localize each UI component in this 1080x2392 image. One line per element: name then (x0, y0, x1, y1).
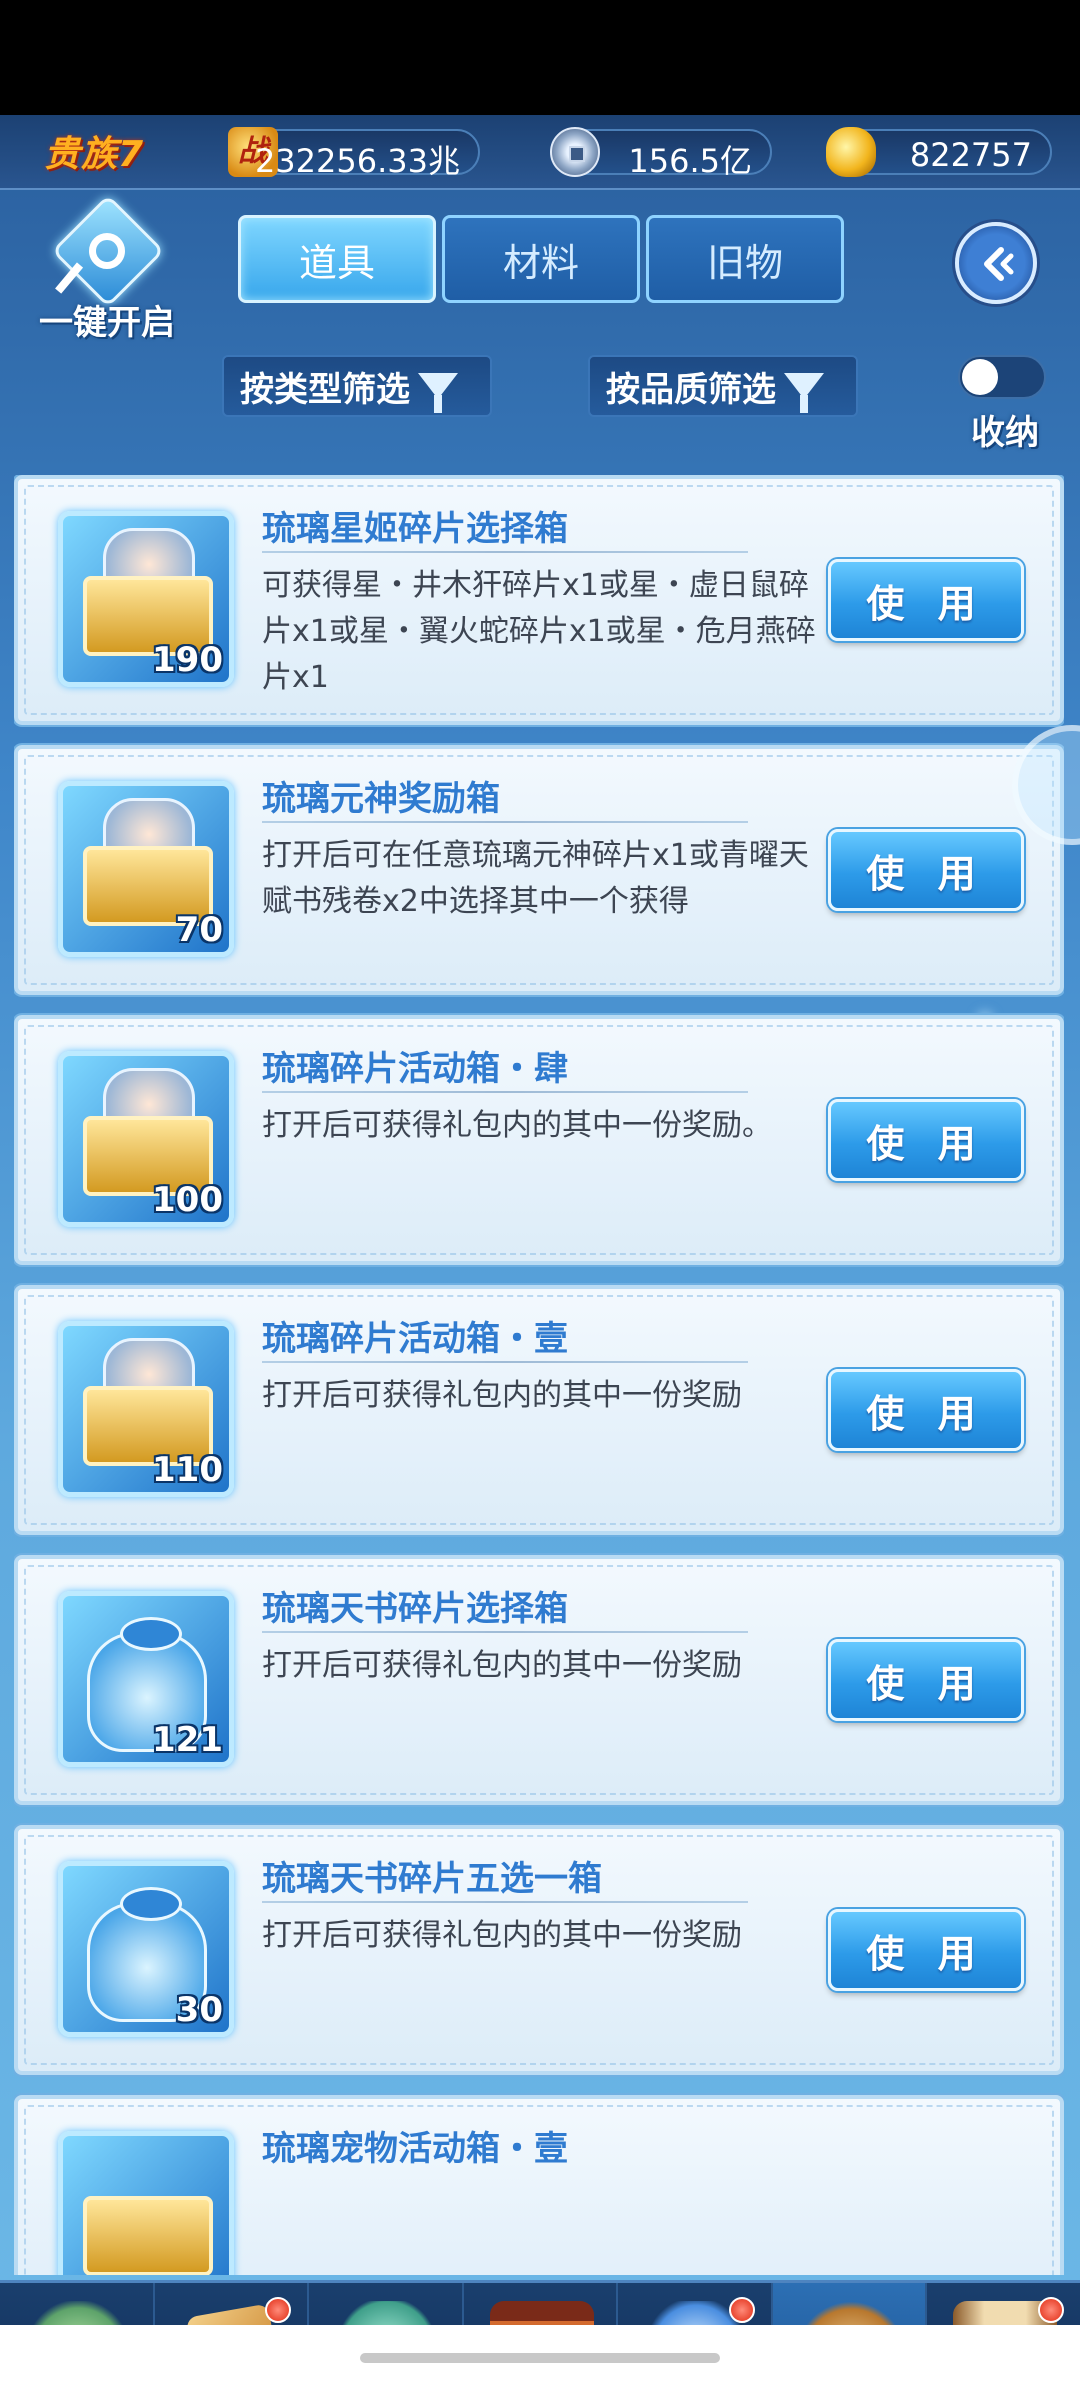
nav-dungeon[interactable]: 副本 (464, 2283, 619, 2325)
category-tabs: 道具 材料 旧物 (238, 215, 844, 305)
collapse-label: 收纳 (971, 413, 1039, 453)
item-count: 70 (175, 910, 223, 950)
tab-props[interactable]: 道具 (238, 215, 436, 303)
list-item: 70 琉璃元神奖励箱 打开后可在任意琉璃元神碎片x1或青曜天赋书残卷x2中选择其… (14, 745, 1064, 995)
gold-value: 822757 (909, 136, 1032, 174)
treasure-chest-icon (83, 2196, 213, 2275)
nav-backpack[interactable]: 背包 (772, 2283, 928, 2325)
toggle-knob (962, 359, 998, 395)
item-title: 琉璃宠物活动箱・壹 (262, 2129, 568, 2169)
list-item: 110 琉璃碎片活动箱・壹 打开后可获得礼包内的其中一份奖励 使 用 (14, 1285, 1064, 1535)
item-title: 琉璃天书碎片五选一箱 (262, 1859, 602, 1899)
item-description: 打开后可在任意琉璃元神碎片x1或青曜天赋书残卷x2中选择其中一个获得 (262, 838, 809, 919)
divider (262, 1361, 748, 1363)
gold-display[interactable]: 822757 (826, 127, 1052, 177)
use-button[interactable]: 使 用 (828, 1369, 1024, 1451)
list-item: 121 琉璃天书碎片选择箱 打开后可获得礼包内的其中一份奖励 使 用 (14, 1555, 1064, 1805)
item-description: 打开后可获得礼包内的其中一份奖励 (262, 1648, 742, 1683)
backpack-screen: 贵族7 战 232256.33兆 156.5亿 822757 一键开启 道具 材… (0, 115, 1080, 2325)
item-count: 121 (152, 1720, 223, 1760)
use-button[interactable]: 使 用 (828, 1099, 1024, 1181)
fragment-event-chest-icon[interactable]: 110 (58, 1321, 234, 1497)
status-bar (0, 0, 1080, 115)
home-island-icon (26, 2301, 130, 2325)
item-count: 110 (152, 1450, 223, 1490)
item-count: 190 (152, 640, 223, 680)
list-item: 190 琉璃星姬碎片选择箱 可获得星・井木犴碎片x1或星・虚日鼠碎片x1或星・翼… (14, 475, 1064, 725)
divider (262, 1901, 748, 1903)
silver-coin-icon (550, 127, 600, 177)
bottom-nav: 首页 阵容 历练 副本 斗法 背包 寻仙 (0, 2280, 1080, 2325)
nav-seek-immortal[interactable]: 寻仙 (927, 2283, 1080, 2325)
system-home-bar (0, 2325, 1080, 2392)
nav-lineup[interactable]: 阵容 (155, 2283, 310, 2325)
item-list[interactable]: 190 琉璃星姬碎片选择箱 可获得星・井木犴碎片x1或星・虚日鼠碎片x1或星・翼… (14, 475, 1064, 2275)
notification-dot (728, 2297, 755, 2323)
item-description: 打开后可获得礼包内的其中一份奖励 (262, 1918, 742, 1953)
star-fragment-chest-icon[interactable]: 190 (58, 511, 234, 687)
filter-funnel-icon (418, 373, 458, 413)
item-title: 琉璃碎片活动箱・壹 (262, 1319, 568, 1359)
training-gourd-icon (335, 2301, 440, 2325)
list-item: 30 琉璃天书碎片五选一箱 打开后可获得礼包内的其中一份奖励 使 用 (14, 1825, 1064, 2075)
fragment-event-chest-icon[interactable]: 100 (58, 1051, 234, 1227)
tab-relics[interactable]: 旧物 (646, 215, 844, 303)
key-ring-icon (89, 233, 125, 269)
type-filter-label: 按类型筛选 (240, 369, 410, 410)
item-title: 琉璃星姬碎片选择箱 (262, 509, 568, 549)
sky-book-bag-icon[interactable]: 30 (58, 1861, 234, 2037)
divider (262, 1631, 748, 1633)
home-indicator[interactable] (360, 2353, 720, 2363)
backpack-icon (798, 2301, 903, 2325)
collapse-toggle[interactable] (958, 355, 1046, 399)
filter-funnel-icon (784, 373, 824, 413)
quality-filter-button[interactable]: 按品质筛选 (588, 355, 858, 417)
item-description: 打开后可获得礼包内的其中一份奖励 (262, 1378, 742, 1413)
power-display: 战 232256.33兆 (228, 127, 480, 180)
list-item: 100 琉璃碎片活动箱・肆 打开后可获得礼包内的其中一份奖励。 使 用 (14, 1015, 1064, 1265)
use-button[interactable]: 使 用 (828, 829, 1024, 911)
divider (262, 1091, 748, 1093)
quality-filter-label: 按品质筛选 (606, 369, 776, 410)
back-arrow-icon (984, 247, 1014, 281)
one-key-open-label: 一键开启 (39, 303, 175, 343)
use-button[interactable]: 使 用 (828, 559, 1024, 641)
nav-battle[interactable]: 斗法 (618, 2283, 773, 2325)
item-count: 100 (152, 1180, 223, 1220)
item-description: 可获得星・井木犴碎片x1或星・虚日鼠碎片x1或星・翼火蛇碎片x1或星・危月燕碎片… (262, 568, 816, 695)
resource-bar: 贵族7 战 232256.33兆 156.5亿 822757 (0, 115, 1080, 190)
back-button[interactable] (955, 222, 1037, 304)
item-title: 琉璃元神奖励箱 (262, 779, 500, 819)
list-item: 琉璃宠物活动箱・壹 (14, 2095, 1064, 2275)
screen: { "resources": { "vip_label": "贵族7", "po… (0, 0, 1080, 2392)
silver-display[interactable]: 156.5亿 (550, 127, 772, 180)
item-title: 琉璃碎片活动箱・肆 (262, 1049, 568, 1089)
silver-value: 156.5亿 (628, 142, 752, 180)
dungeon-gate-icon (489, 2301, 594, 2325)
sky-book-bag-icon[interactable]: 121 (58, 1591, 234, 1767)
nav-home[interactable]: 首页 (0, 2283, 155, 2325)
use-button[interactable]: 使 用 (828, 1909, 1024, 1991)
item-title: 琉璃天书碎片选择箱 (262, 1589, 568, 1629)
notification-dot (1038, 2297, 1065, 2323)
use-button[interactable]: 使 用 (828, 1639, 1024, 1721)
one-key-open-button[interactable]: 一键开启 (32, 194, 182, 343)
pet-event-chest-icon[interactable] (58, 2131, 234, 2275)
type-filter-button[interactable]: 按类型筛选 (222, 355, 492, 417)
item-count: 30 (175, 1990, 223, 2030)
notification-dot (265, 2297, 292, 2323)
nav-training[interactable]: 历练 (309, 2283, 464, 2325)
divider (262, 821, 748, 823)
tab-materials[interactable]: 材料 (442, 215, 640, 303)
divider (262, 551, 748, 553)
spirit-reward-chest-icon[interactable]: 70 (58, 781, 234, 957)
vip-level[interactable]: 贵族7 (44, 125, 144, 177)
gold-ingot-icon (826, 127, 876, 177)
power-value: 232256.33兆 (254, 142, 460, 180)
item-description: 打开后可获得礼包内的其中一份奖励。 (262, 1108, 772, 1143)
